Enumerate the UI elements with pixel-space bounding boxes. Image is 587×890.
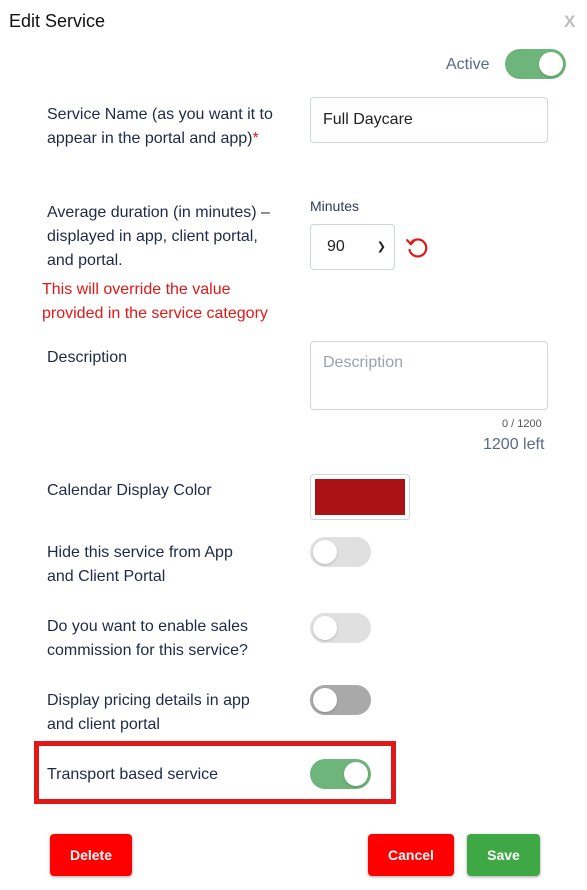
duration-warning: This will override the value provided in… [42, 281, 268, 322]
color-swatch-fill [315, 479, 405, 515]
dialog-title: Edit Service [9, 11, 106, 31]
duration-label: Average duration (in minutes) – displaye… [47, 204, 270, 269]
calendar-color-label: Calendar Display Color [47, 482, 212, 499]
duration-select[interactable]: 90 ❯ [310, 224, 395, 270]
description-counter: 0 / 1200 [502, 418, 542, 430]
cancel-button[interactable]: Cancel [368, 834, 454, 876]
minutes-label: Minutes [310, 198, 360, 214]
description-label: Description [47, 349, 128, 366]
toggle-knob [313, 688, 337, 712]
description-remaining: 1200 left [483, 436, 545, 453]
display-pricing-toggle[interactable] [310, 685, 371, 715]
toggle-knob [344, 762, 368, 786]
sales-commission-toggle[interactable] [310, 613, 371, 643]
refresh-icon[interactable] [404, 234, 430, 260]
description-textarea[interactable] [310, 341, 548, 410]
display-pricing-label: Display pricing details in app and clien… [47, 692, 250, 733]
active-label: Active [446, 56, 490, 73]
active-toggle[interactable] [505, 49, 566, 79]
duration-select-value: 90 [327, 238, 345, 255]
hide-service-toggle[interactable] [310, 537, 371, 567]
service-name-input[interactable] [310, 97, 548, 143]
service-name-label-text: Service Name (as you want it to appear i… [47, 106, 273, 147]
toggle-knob [313, 540, 337, 564]
required-mark: * [252, 130, 259, 147]
close-icon[interactable]: X [564, 12, 575, 32]
transport-based-label: Transport based service [47, 766, 219, 783]
calendar-color-picker[interactable] [310, 474, 410, 520]
sales-commission-label: Do you want to enable sales commission f… [47, 618, 249, 659]
toggle-knob [539, 52, 563, 76]
toggle-knob [313, 616, 337, 640]
hide-service-label: Hide this service from App and Client Po… [47, 544, 233, 585]
service-name-label: Service Name (as you want it to appear i… [47, 103, 277, 151]
edit-service-dialog: Edit Service X Active Service Name (as y… [0, 0, 587, 890]
transport-based-toggle[interactable] [310, 759, 371, 789]
save-button[interactable]: Save [467, 834, 540, 876]
chevron-down-icon: ❯ [376, 241, 386, 253]
delete-button[interactable]: Delete [50, 834, 132, 876]
